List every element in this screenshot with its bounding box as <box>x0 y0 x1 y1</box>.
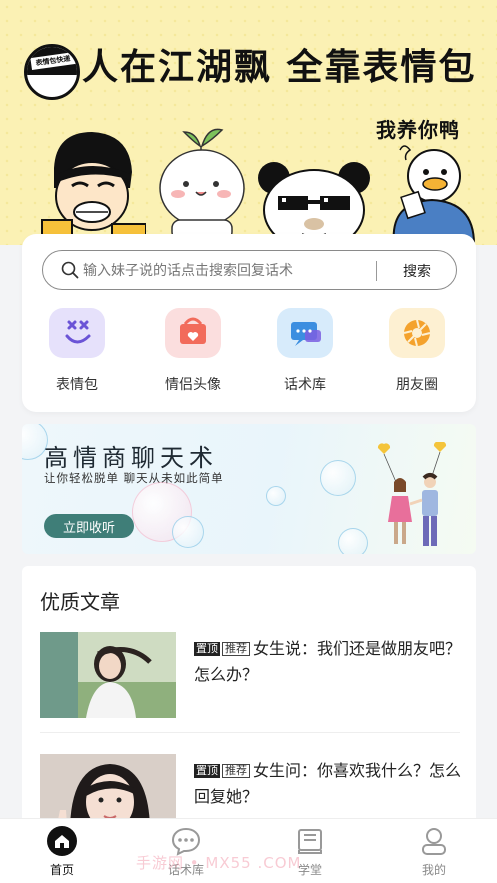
duck-tissue-sticker <box>392 145 476 244</box>
category-label: 表情包 <box>56 377 98 393</box>
panda-sunglasses-sticker <box>258 162 370 244</box>
search-input[interactable] <box>83 260 373 282</box>
hero-banner: 表情包快递 人在江湖飘 全靠表情包 我养你鸭 <box>0 0 497 245</box>
aperture-icon <box>403 319 431 347</box>
user-icon <box>422 828 446 855</box>
recommended-tag: 推荐 <box>222 642 250 656</box>
chat-bubble-icon <box>291 322 321 346</box>
category-emoji-icon-bg <box>49 308 105 358</box>
category-label: 话术库 <box>284 377 326 393</box>
category-script-library[interactable]: 话术库 <box>260 308 350 398</box>
bubble-decoration <box>320 460 356 496</box>
tab-label: 我的 <box>421 863 446 877</box>
couple-illustration <box>377 442 447 546</box>
pinned-tag: 置顶 <box>194 642 220 656</box>
category-script-icon-bg <box>277 308 333 358</box>
category-couple-icon-bg <box>165 308 221 358</box>
section-title: 优质文章 <box>40 590 120 614</box>
category-label: 情侣头像 <box>165 377 221 393</box>
search-bar: 搜索 <box>42 250 457 290</box>
category-couple-avatar[interactable]: 情侣头像 <box>148 308 238 398</box>
banner-title: 人在江湖飘 全靠表情包 <box>82 47 477 88</box>
category-moments-icon-bg <box>389 308 445 358</box>
home-icon <box>47 826 77 856</box>
smile-icon <box>65 320 91 344</box>
tab-home[interactable]: 首页 <box>22 825 102 881</box>
bubble-decoration <box>338 528 368 554</box>
quality-articles-section: 优质文章 置顶 推荐 女生说：我们还是做朋友吧？怎么办？ 置顶 推荐 女生问：你喜欢我什 <box>22 566 476 840</box>
promo-subtitle: 让你轻松脱单 聊天从未如此简单 <box>44 471 224 485</box>
article-item[interactable]: 置顶 推荐 女生说：我们还是做朋友吧？怎么办？ <box>40 632 461 722</box>
banner-logo: 表情包快递 <box>24 44 80 100</box>
sprout-bun-sticker <box>159 128 245 240</box>
tab-mine[interactable]: 我的 <box>394 825 474 881</box>
recommended-tag: 推荐 <box>222 764 250 778</box>
search-category-card: 搜索 表情包 情侣头像 话术 <box>22 234 476 412</box>
bubble-decoration <box>266 486 286 506</box>
tab-label: 首页 <box>49 863 74 877</box>
article-thumbnail <box>40 632 176 718</box>
promo-banner[interactable]: 高情商聊天术 让你轻松脱单 聊天从未如此简单 立即收听 <box>22 424 476 554</box>
bubble-decoration <box>172 516 204 548</box>
banner-subtitle: 我养你鸭 <box>376 118 460 142</box>
divider <box>40 732 460 733</box>
bottom-tab-bar: 首页 话术库 学堂 我的 <box>0 818 497 883</box>
search-icon <box>61 261 79 279</box>
watermark-text: 手游网 • MX55 .COM <box>136 854 302 872</box>
search-button[interactable]: 搜索 <box>387 259 447 283</box>
category-emoji[interactable]: 表情包 <box>32 308 122 398</box>
category-label: 朋友圈 <box>396 377 438 393</box>
laughing-boy-sticker <box>41 132 146 240</box>
couple-frame-icon <box>180 317 206 344</box>
article-text: 置顶 推荐 女生问：你喜欢我什么？怎么回复她？ <box>194 758 464 810</box>
article-text: 置顶 推荐 女生说：我们还是做朋友吧？怎么办？ <box>194 636 464 688</box>
search-divider <box>376 261 377 281</box>
category-moments[interactable]: 朋友圈 <box>372 308 462 398</box>
promo-title: 高情商聊天术 <box>44 444 218 472</box>
listen-now-button[interactable]: 立即收听 <box>44 514 134 538</box>
pinned-tag: 置顶 <box>194 764 220 778</box>
